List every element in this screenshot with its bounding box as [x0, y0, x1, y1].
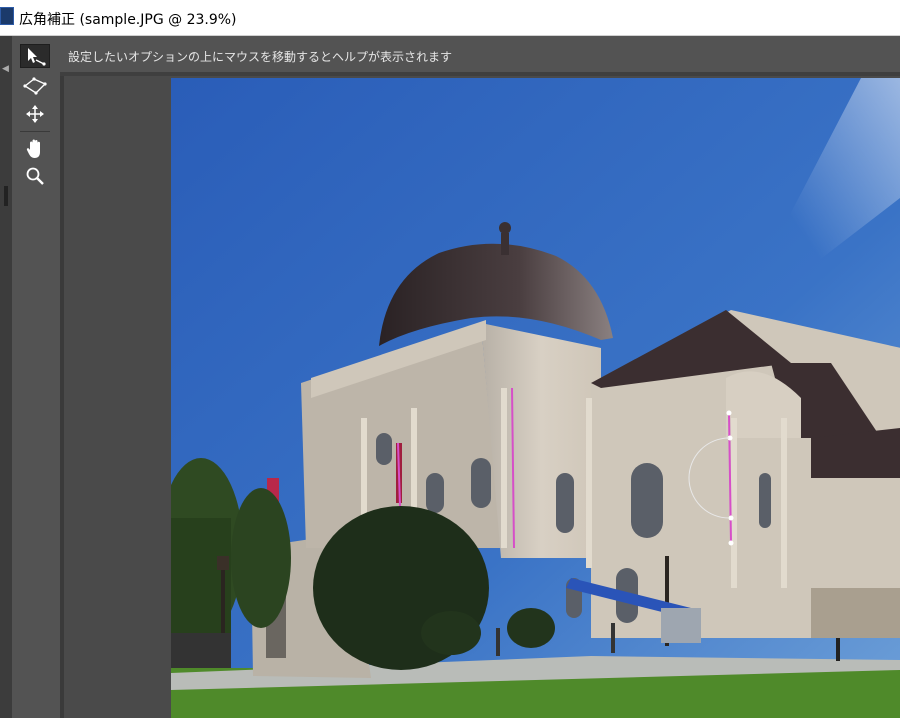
hand-tool[interactable]	[20, 137, 50, 161]
move-icon	[26, 105, 44, 123]
constraint-tool[interactable]	[20, 44, 50, 68]
constraint-handle[interactable]	[726, 410, 732, 416]
window-titlebar: 広角補正 (sample.JPG @ 23.9%)	[0, 0, 900, 36]
toolbar-divider	[20, 131, 50, 132]
zoom-icon	[26, 167, 44, 185]
move-tool[interactable]	[20, 102, 50, 126]
polygon-constraint-tool[interactable]	[20, 74, 50, 98]
zoom-tool[interactable]	[20, 164, 50, 188]
polygon-icon	[23, 77, 47, 95]
constraint-handle[interactable]	[728, 515, 734, 521]
app-icon	[0, 7, 14, 25]
hand-icon	[26, 139, 40, 158]
tool-panel	[12, 36, 60, 718]
constraint-handle[interactable]	[728, 540, 734, 546]
window-title: 広角補正 (sample.JPG @ 23.9%)	[19, 12, 237, 28]
panel-collapse-strip[interactable]: ◀	[0, 36, 12, 718]
building-photo	[171, 78, 900, 718]
arrow-line-icon	[28, 48, 46, 66]
panel-grip	[4, 186, 8, 206]
help-bar: 設定したいオプションの上にマウスを移動するとヘルプが表示されます	[60, 36, 900, 72]
image-canvas[interactable]	[171, 78, 900, 718]
help-text: 設定したいオプションの上にマウスを移動するとヘルプが表示されます	[68, 50, 453, 64]
chevron-left-icon[interactable]: ◀	[2, 64, 9, 74]
